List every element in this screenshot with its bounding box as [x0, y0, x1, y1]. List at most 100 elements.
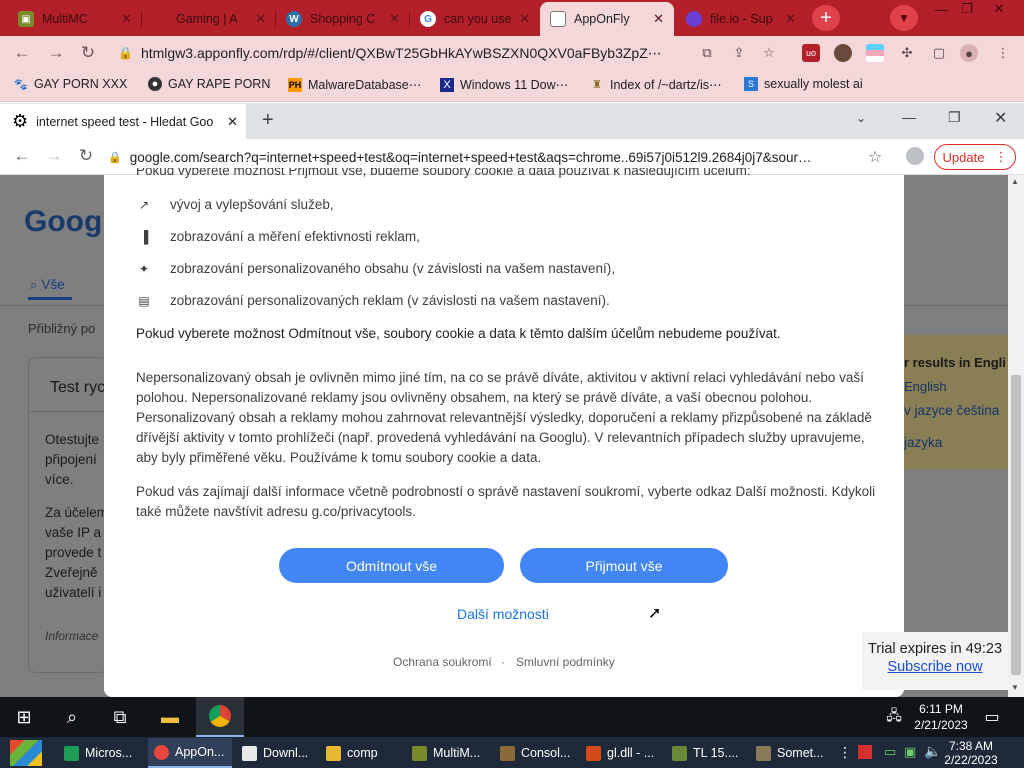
tab-all[interactable]: ⌕ Vše [30, 277, 65, 293]
taskbar-item[interactable]: MultiM... [406, 738, 490, 768]
notifications-icon[interactable]: ▭ [978, 703, 1006, 731]
new-tab-button[interactable]: + [812, 5, 840, 31]
bookmark-item[interactable]: X Windows 11 Dow⋯ [440, 77, 568, 92]
close-icon[interactable]: ✕ [653, 11, 664, 27]
taskbar-item[interactable]: Micros... [58, 738, 142, 768]
remote-clock[interactable]: 6:11 PM 2/21/2023 [910, 701, 972, 733]
side-panel-icon[interactable]: ▢ [930, 44, 948, 62]
file-explorer-icon[interactable]: ▬ [156, 703, 184, 731]
language-link[interactable]: English [904, 379, 947, 394]
network-icon[interactable]: ▭ [884, 744, 896, 760]
taskbar-item[interactable]: Somet... [750, 738, 834, 768]
close-window-button[interactable]: ✕ [984, 0, 1014, 18]
flag-icon[interactable] [858, 745, 872, 759]
profile-icon[interactable]: ● [960, 44, 978, 62]
bookmark-label: Index of /~dartz/is⋯ [610, 78, 722, 92]
update-label: Update [942, 149, 985, 165]
scrollbar-thumb[interactable] [1011, 375, 1021, 675]
outer-address-bar[interactable]: 🔒 htmlgw3.apponfly.com/rdp/#/client/QXBw… [108, 40, 688, 66]
card-text: Otestujte připojení více. [45, 430, 99, 490]
menu-icon[interactable]: ⋮ [994, 44, 1012, 62]
taskbar-item[interactable]: TL 15.... [666, 738, 746, 768]
maximize-button[interactable]: ❐ [952, 0, 982, 18]
taskbar-item[interactable]: Downl... [236, 738, 316, 768]
task-view-icon[interactable]: ⧉ [106, 703, 134, 731]
bookmark-item[interactable]: 🐾 GAY PORN XXX [14, 77, 127, 91]
flag-extension-icon[interactable] [866, 44, 884, 62]
outer-tab-google[interactable]: G can you use ✕ [410, 2, 540, 36]
close-window-button[interactable]: ✕ [994, 108, 1007, 128]
taskbar-item[interactable]: gl.dll - ... [580, 738, 664, 768]
taskbar-item[interactable]: AppOn... [148, 738, 232, 768]
volume-icon[interactable]: 🔈 [924, 743, 941, 760]
subscribe-link[interactable]: Subscribe now [862, 659, 1008, 675]
inner-tab-google-search[interactable]: ⚙ internet speed test - Hledat Goo ✕ [0, 104, 246, 139]
new-tab-button[interactable]: + [262, 109, 274, 132]
restore-button[interactable]: ❐ [948, 109, 961, 126]
bookmark-item[interactable]: ● GAY RAPE PORN [148, 77, 270, 91]
back-button[interactable]: ← [12, 43, 32, 63]
extension-avatar-icon[interactable] [834, 44, 852, 62]
monitor-icon[interactable]: ▣ [904, 744, 916, 760]
outer-tab-title: file.io - Sup [710, 12, 773, 26]
bookmark-item[interactable]: Ssexually molest ai [744, 77, 863, 91]
close-icon[interactable]: ✕ [121, 11, 132, 27]
back-button[interactable]: ← [12, 146, 32, 166]
scroll-down-icon[interactable]: ▼ [1011, 683, 1019, 692]
chevron-down-icon: ▼ [898, 11, 910, 25]
taskbar-label: Micros... [85, 746, 133, 760]
app-icon [242, 745, 257, 761]
outer-tab-gaming[interactable]: Gaming | A ✕ [142, 2, 276, 36]
privacy-link[interactable]: Ochrana soukromí [393, 655, 492, 669]
overflow-icon[interactable]: ⋮ [838, 744, 852, 761]
close-icon[interactable]: ✕ [255, 11, 266, 27]
outer-tab-multimc[interactable]: ▣ MultiMC ✕ [8, 2, 142, 36]
puzzle-icon[interactable]: ✣ [898, 44, 916, 62]
card-line: více. [45, 472, 74, 487]
outer-tab-fileio[interactable]: file.io - Sup ✕ [676, 2, 806, 36]
scroll-up-icon[interactable]: ▲ [1011, 177, 1019, 186]
chrome-taskbar-button[interactable] [196, 697, 244, 737]
windows-start-icon[interactable]: ⊞ [10, 703, 38, 731]
profile-icon[interactable] [906, 147, 924, 165]
card-line: uživatelí i [45, 585, 102, 600]
update-button[interactable]: Update ⋮ [934, 144, 1016, 170]
language-link[interactable]: v jazyce čeština [904, 403, 999, 418]
network-icon[interactable]: 🖧 [880, 703, 908, 731]
terms-link[interactable]: Smluvní podmínky [516, 655, 615, 669]
restore-icon: ❐ [948, 109, 961, 125]
tab-search-button[interactable]: ⌄ [856, 111, 866, 125]
reload-button[interactable]: ↻ [78, 43, 98, 63]
outer-tab-apponfly[interactable]: AppOnFly ✕ [540, 2, 674, 36]
page-scrollbar[interactable]: ▲ ▼ [1008, 175, 1024, 697]
close-icon[interactable]: ✕ [227, 114, 238, 130]
forward-button[interactable]: → [46, 43, 66, 63]
inner-address-bar[interactable]: 🔒 google.com/search?q=internet+speed+tes… [108, 143, 890, 171]
search-icon[interactable]: ⌕ [58, 703, 86, 731]
taskbar-item[interactable]: comp [320, 738, 400, 768]
star-icon[interactable]: ☆ [868, 147, 882, 167]
install-app-icon[interactable]: ⧉ [698, 44, 716, 62]
forward-button[interactable]: → [44, 146, 64, 166]
more-options-link[interactable]: Další možnosti [457, 606, 549, 622]
local-clock[interactable]: 7:38 AM 2/22/2023 [940, 739, 1002, 767]
windows-start-icon[interactable] [10, 740, 42, 766]
ublock-icon[interactable]: uo [802, 44, 820, 62]
accept-all-button[interactable]: Přijmout vše [520, 548, 728, 583]
minimize-button[interactable]: — [902, 109, 916, 125]
bookmark-item[interactable]: PH MalwareDatabase⋯ [288, 77, 421, 92]
outer-tab-shopping[interactable]: W Shopping C ✕ [276, 2, 410, 36]
minimize-icon: — [934, 1, 948, 17]
share-icon[interactable]: ⇪ [730, 44, 748, 62]
close-icon[interactable]: ✕ [519, 11, 530, 27]
taskbar-item[interactable]: Consol... [494, 738, 578, 768]
tab-search-button[interactable]: ▼ [890, 5, 918, 31]
reload-button[interactable]: ↻ [76, 146, 96, 166]
bookmark-item[interactable]: ♜ Index of /~dartz/is⋯ [590, 77, 722, 92]
star-icon[interactable]: ☆ [760, 44, 778, 62]
results-count: Přibližný po [28, 321, 96, 336]
language-link[interactable]: jazyka [904, 435, 942, 450]
close-icon[interactable]: ✕ [785, 11, 796, 27]
close-icon[interactable]: ✕ [389, 11, 400, 27]
reject-all-button[interactable]: Odmítnout vše [279, 548, 504, 583]
